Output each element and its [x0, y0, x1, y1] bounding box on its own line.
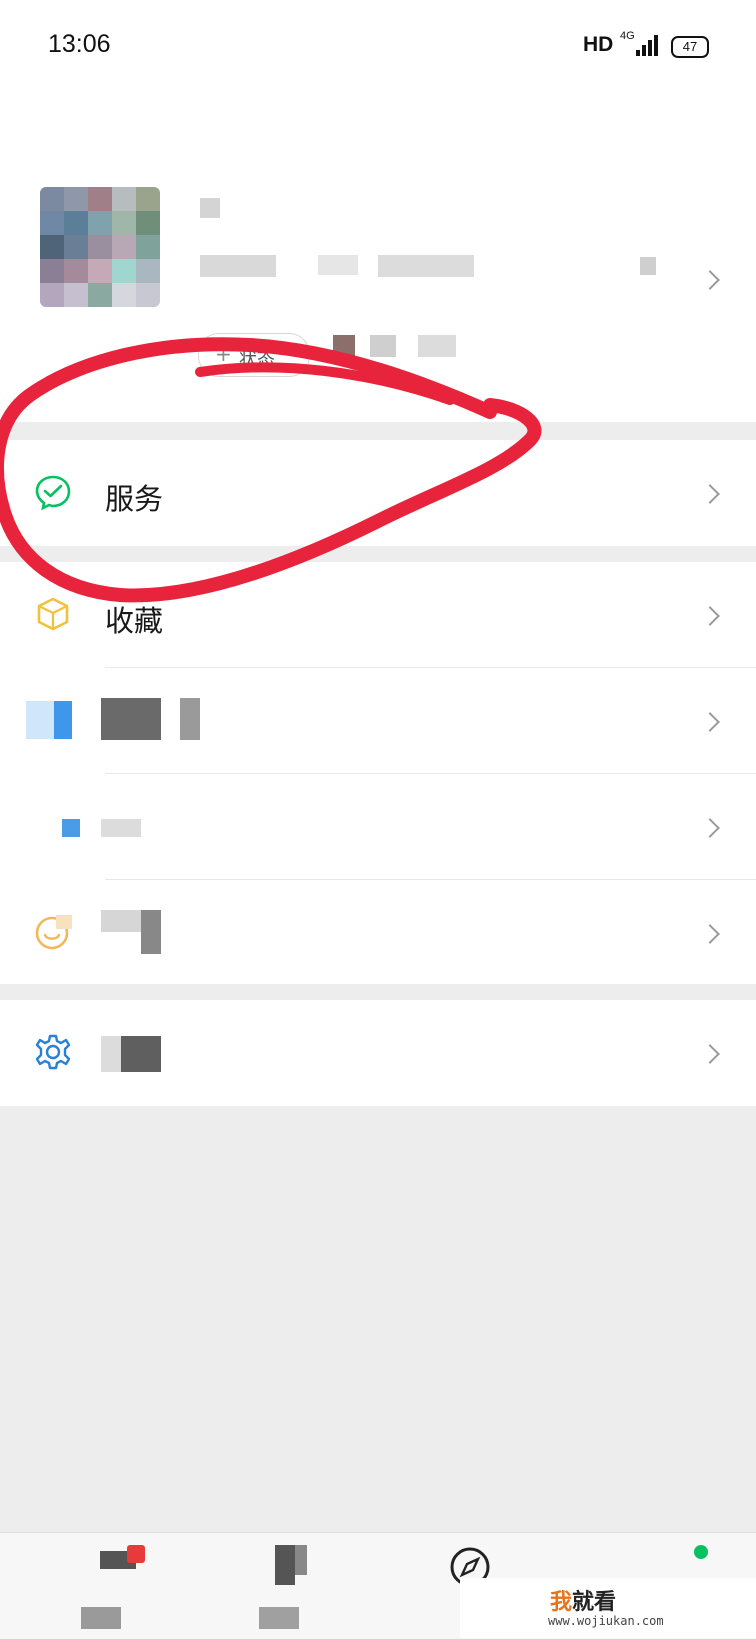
status-time: 13:06 [48, 30, 111, 58]
chevron-right-icon [700, 606, 720, 626]
gear-icon [35, 1034, 71, 1070]
cards-icon [62, 819, 80, 837]
sticker-smile-icon [35, 915, 72, 950]
status-hd-indicator: HD [583, 33, 614, 56]
menu-item-moments[interactable] [0, 668, 756, 774]
wechat-id-redacted [200, 255, 276, 277]
wechat-pay-check-icon [35, 475, 71, 511]
settings-section [0, 1000, 756, 1106]
tab-contacts[interactable] [215, 1545, 335, 1635]
network-type: 4G [620, 30, 635, 42]
status-bar: 13:06 HD 4G 47 [0, 0, 756, 95]
menu-label-services: 服务 [105, 482, 164, 516]
menu-label-redacted [101, 698, 161, 740]
contacts-icon [255, 1545, 307, 1589]
main-menu-section: 收藏 [0, 562, 756, 984]
menu-label-favorites: 收藏 [105, 604, 164, 638]
watermark-url: www.wojiukan.com [548, 1614, 664, 1628]
menu-item-favorites[interactable]: 收藏 [0, 562, 756, 668]
menu-item-cards[interactable] [0, 774, 756, 880]
watermark-title-rest: 就看 [572, 1590, 617, 1615]
moments-icon [26, 701, 72, 739]
avatar[interactable] [40, 187, 160, 307]
nickname-redacted [200, 198, 220, 218]
chevron-right-icon [700, 484, 720, 504]
friend-status-redacted [333, 335, 355, 357]
favorites-cube-icon [37, 597, 69, 631]
watermark-title: 我就看 [550, 1584, 616, 1616]
services-section: 服务 [0, 440, 756, 546]
chevron-right-icon [700, 1044, 720, 1064]
chevron-right-icon [700, 712, 720, 732]
tab-chats[interactable] [45, 1545, 165, 1635]
status-button-label: 状态 [239, 349, 275, 370]
menu-item-settings[interactable] [0, 1000, 756, 1106]
profile-chevron-icon [700, 270, 720, 290]
menu-label-redacted [101, 819, 141, 837]
chats-icon [85, 1545, 145, 1589]
chevron-right-icon [700, 924, 720, 944]
watermark: 我就看 www.wojiukan.com [460, 1578, 756, 1638]
menu-item-stickers[interactable] [0, 880, 756, 986]
chevron-right-icon [700, 818, 720, 838]
menu-label-redacted [101, 1036, 121, 1072]
active-indicator-dot [694, 1545, 708, 1559]
status-button[interactable]: + 状态 [198, 333, 310, 377]
menu-label-redacted [101, 910, 141, 932]
menu-item-services[interactable]: 服务 [0, 440, 756, 546]
add-status-icon: + [215, 342, 232, 366]
signal-icon [636, 34, 662, 56]
profile-header[interactable]: + 状态 [0, 95, 756, 422]
battery-icon: 47 [671, 36, 709, 58]
watermark-accent: 我 [550, 1590, 573, 1615]
